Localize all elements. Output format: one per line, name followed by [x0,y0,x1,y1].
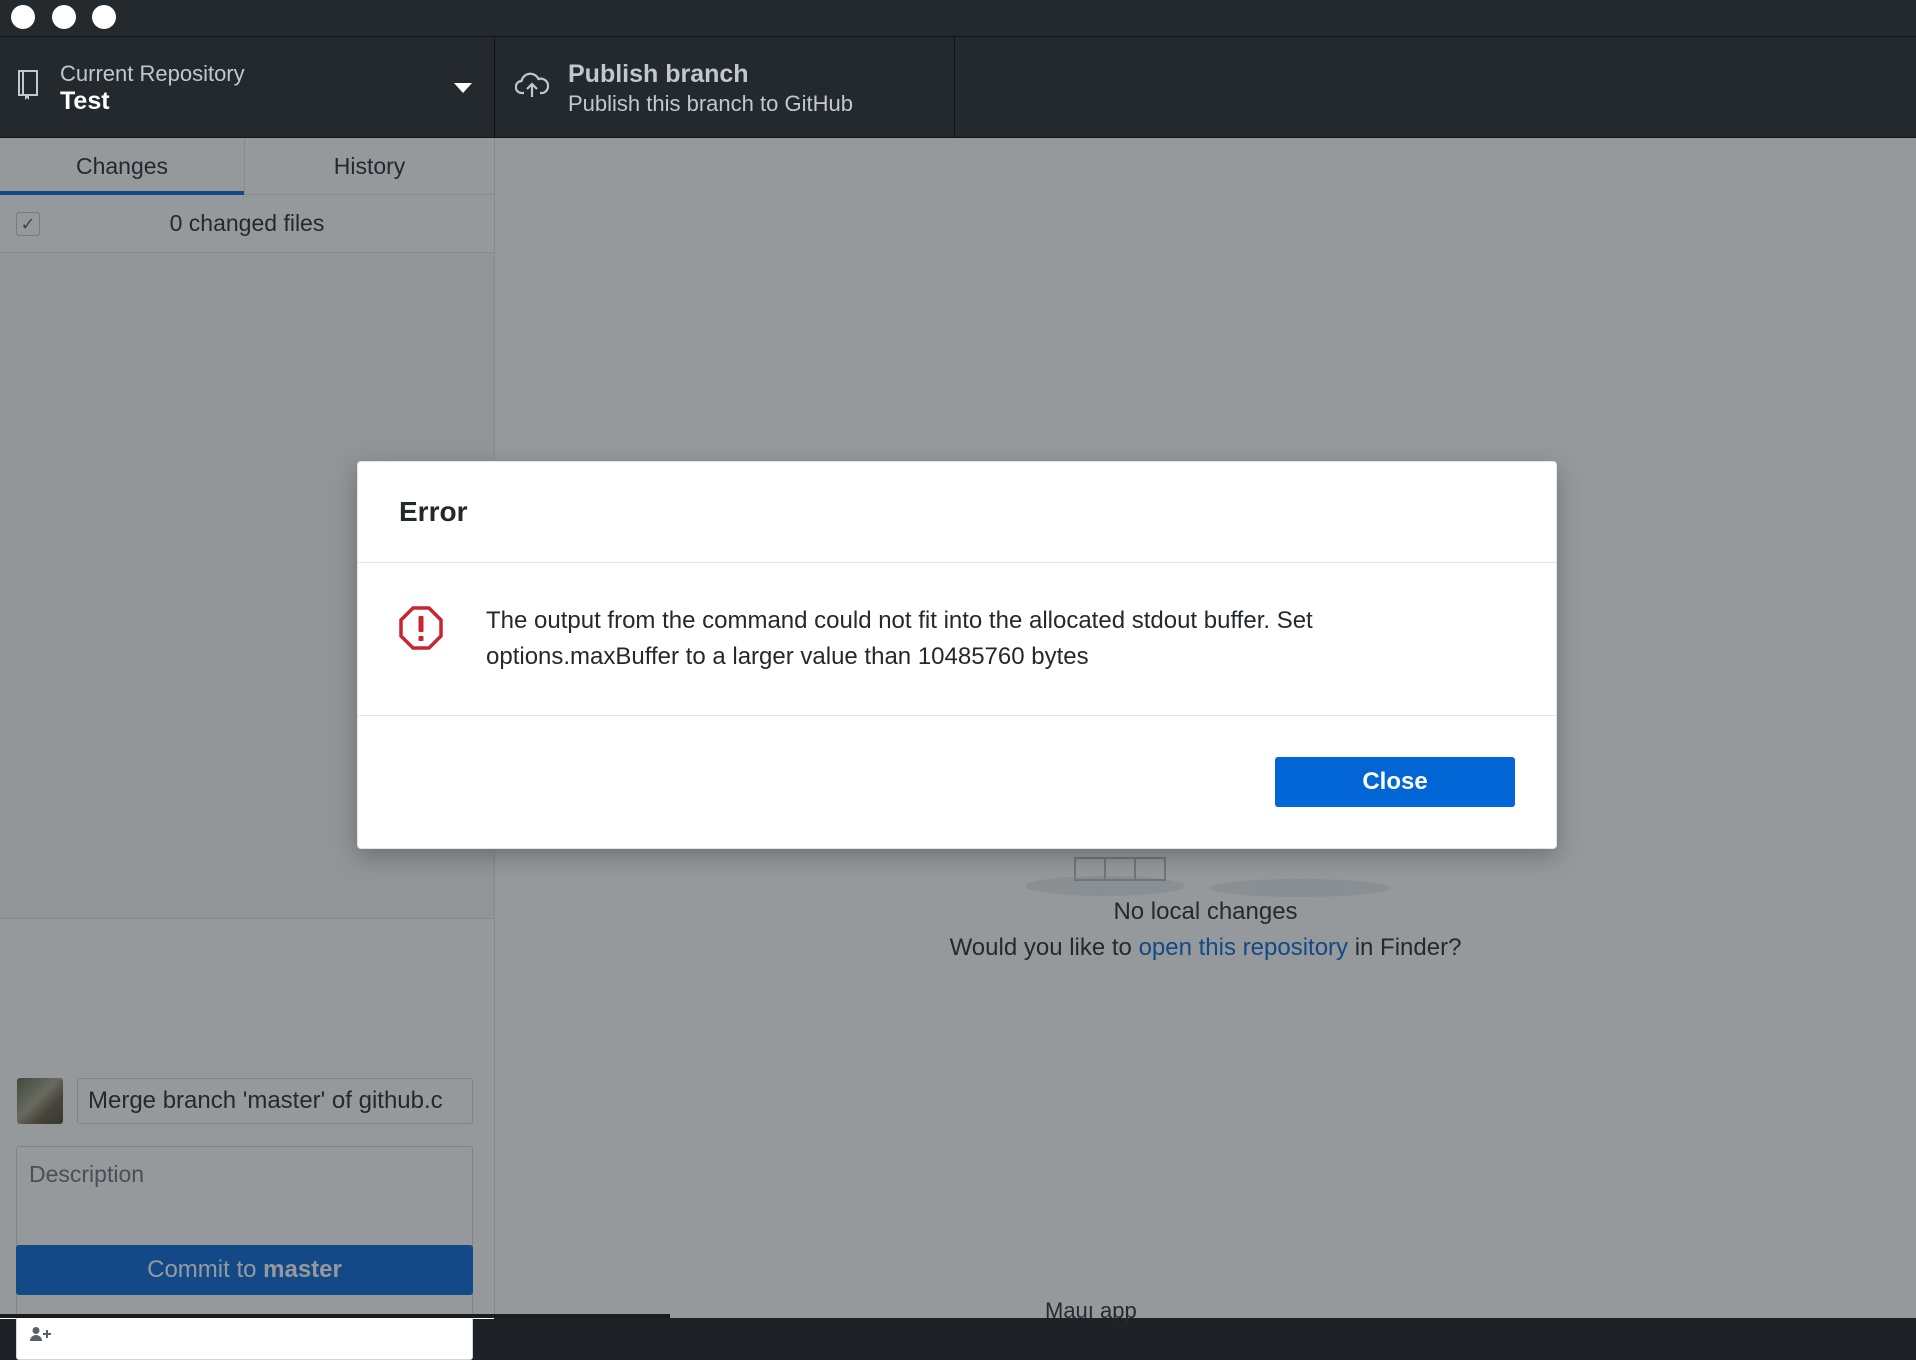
repository-name: Test [60,87,110,115]
publish-branch-subtitle: Publish this branch to GitHub [568,91,853,116]
toolbar: Current Repository Test Publish branch P… [0,37,1916,138]
chevron-down-icon [454,83,472,93]
dialog-header: Error [358,462,1556,563]
window-minimize-button[interactable] [52,5,76,29]
repo-icon [16,69,40,106]
publish-branch-title: Publish branch [568,60,749,88]
window-zoom-button[interactable] [92,5,116,29]
cloud-upload-icon [514,71,550,104]
dialog-title: Error [399,496,468,527]
dialog-body: The output from the command could not fi… [358,563,1556,716]
error-message: The output from the command could not fi… [486,607,1313,670]
error-icon [398,605,444,656]
window-close-button[interactable] [11,5,35,29]
add-coauthor-icon[interactable] [29,1326,53,1347]
error-dialog: Error The output from the command could … [357,461,1557,849]
repository-label: Current Repository [60,61,245,86]
close-button[interactable]: Close [1275,757,1515,807]
current-repository-dropdown[interactable]: Current Repository Test [0,37,495,137]
publish-branch-button[interactable]: Publish branch Publish this branch to Gi… [495,37,955,137]
title-bar [0,0,1916,37]
